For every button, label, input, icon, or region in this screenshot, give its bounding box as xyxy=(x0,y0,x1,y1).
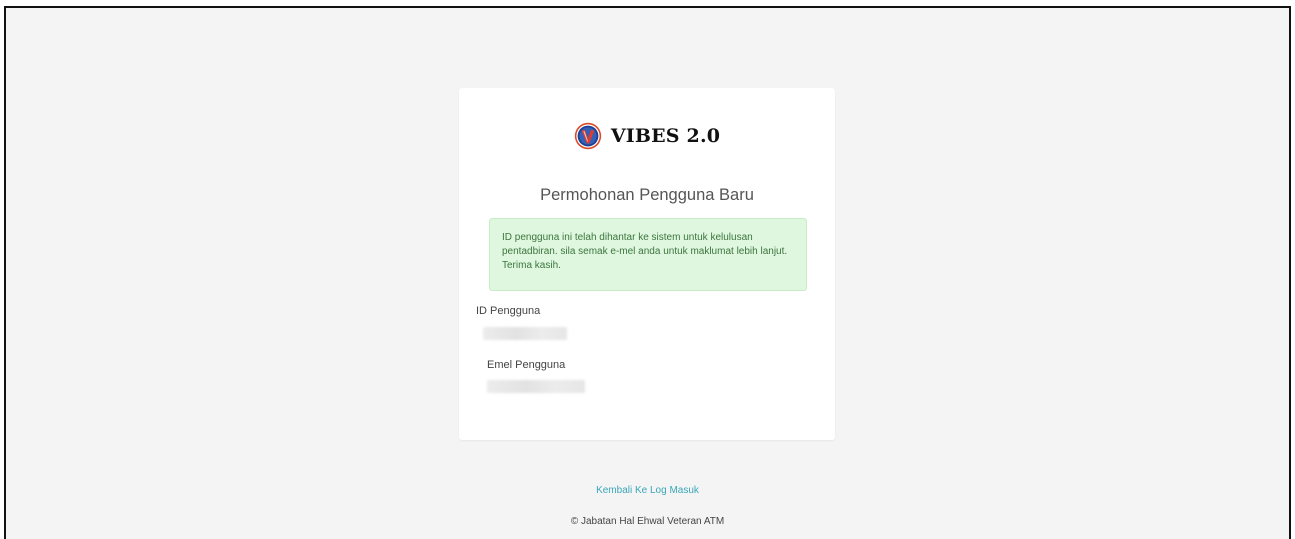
footer-copyright: © Jabatan Hal Ehwal Veteran ATM xyxy=(570,516,725,527)
user-id-label: ID Pengguna xyxy=(476,305,541,317)
user-id-value-redacted xyxy=(483,327,567,340)
brand-header: VIBES 2.0 xyxy=(459,122,835,150)
user-email-label: Emel Pengguna xyxy=(487,359,566,371)
page-title: Permohonan Pengguna Baru xyxy=(540,186,754,204)
app-name: VIBES 2.0 xyxy=(610,125,721,147)
vibes-emblem-icon xyxy=(574,122,602,150)
page-frame: VIBES 2.0 Permohonan Pengguna Baru ID pe… xyxy=(4,6,1291,539)
registration-status-card: VIBES 2.0 Permohonan Pengguna Baru ID pe… xyxy=(459,88,835,440)
success-alert: ID pengguna ini telah dihantar ke sistem… xyxy=(489,218,807,291)
user-email-value-redacted xyxy=(487,380,585,393)
back-to-login-link[interactable]: Kembali Ke Log Masuk xyxy=(6,485,1289,496)
